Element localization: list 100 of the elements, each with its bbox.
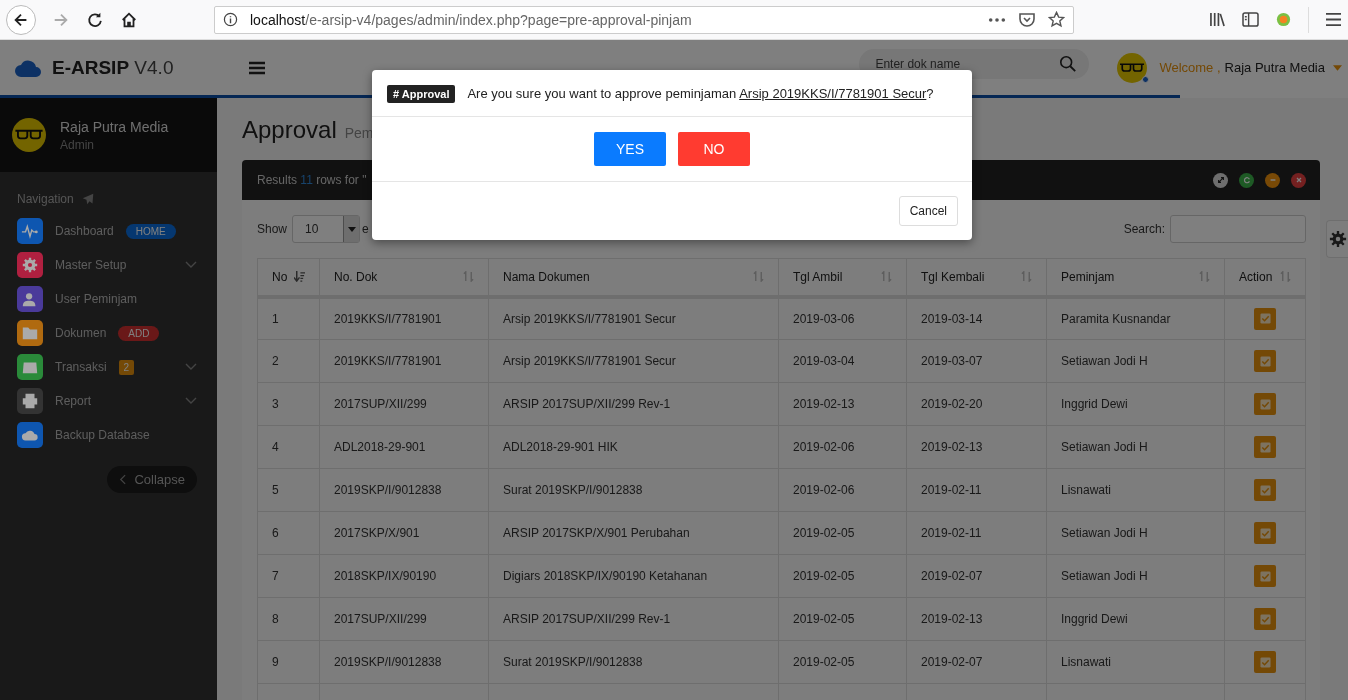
approve-button[interactable] <box>1254 651 1276 673</box>
column-header[interactable]: No <box>257 258 320 297</box>
nav-item[interactable]: Dashboard HOME <box>0 214 217 248</box>
column-header[interactable]: No. Dok <box>319 258 489 297</box>
caret-icon[interactable] <box>347 226 356 232</box>
table-cell: Inggrid Dewi <box>1046 597 1225 641</box>
check-icon[interactable] <box>1259 613 1271 625</box>
pocket-icon[interactable] <box>1018 11 1036 28</box>
menu-icon[interactable] <box>1325 12 1342 27</box>
table-cell: Digiars 2018SKP/IX/90190 Ketahanan <box>488 554 779 598</box>
approve-button[interactable] <box>1254 436 1276 458</box>
approve-button[interactable] <box>1254 393 1276 415</box>
table-search-field[interactable] <box>1170 215 1306 243</box>
check-icon[interactable] <box>1259 313 1271 325</box>
approve-button[interactable] <box>1254 608 1276 630</box>
nav-heading: Navigation <box>17 192 74 206</box>
nav-item[interactable]: Dokumen ADD <box>0 316 217 350</box>
table-cell: 2019SKP/I/9012838 <box>319 640 489 684</box>
star-icon[interactable] <box>1048 11 1065 28</box>
column-header[interactable]: Action <box>1224 258 1306 297</box>
approve-button[interactable] <box>1254 565 1276 587</box>
back-button[interactable] <box>6 4 36 35</box>
column-header[interactable]: Tgl Kembali <box>906 258 1047 297</box>
column-header[interactable]: Peminjam <box>1046 258 1225 297</box>
refresh-icon[interactable] <box>1239 172 1254 188</box>
table-cell: Setiawan Jodi H <box>1046 339 1225 383</box>
table-cell: 2017SUP/XII/299 <box>319 382 489 426</box>
library-icon[interactable] <box>1209 12 1226 27</box>
nav-item[interactable]: User Peminjam <box>0 282 217 316</box>
table-cell: 2019-03-06 <box>778 296 907 340</box>
approve-button[interactable] <box>1254 522 1276 544</box>
column-header[interactable]: Nama Dokumen <box>488 258 779 297</box>
more-icon[interactable] <box>988 16 1006 23</box>
chevron-down-icon[interactable] <box>185 397 197 405</box>
user-menu[interactable]: Raja Putra Media <box>1224 60 1325 75</box>
url-text: localhost/e-arsip-v4/pages/admin/index.php?page=pre-approval-pinjam <box>250 11 692 28</box>
table-cell: ARSIP 2017SKP/X/901 Perubahan <box>488 511 779 555</box>
check-icon[interactable] <box>1259 527 1271 539</box>
sidebar-icon[interactable] <box>1242 12 1259 27</box>
table-cell: 2019-02-13 <box>906 597 1047 641</box>
check-icon[interactable] <box>1259 441 1271 453</box>
column-header[interactable]: Tgl Ambil <box>778 258 907 297</box>
table-cell: Setiawan Jodi H <box>1046 425 1225 469</box>
no-button[interactable]: NO <box>678 132 750 166</box>
approve-button[interactable] <box>1254 307 1276 330</box>
extension-icon[interactable] <box>1275 11 1292 28</box>
menu-icon[interactable] <box>249 60 265 75</box>
chevron-down-icon[interactable] <box>185 261 197 269</box>
collapse-button[interactable]: Collapse <box>107 466 197 493</box>
expand-icon[interactable] <box>1213 172 1228 188</box>
chevron-left-icon[interactable] <box>119 474 127 485</box>
table-cell: 2019-02-05 <box>778 554 907 598</box>
table-cell: ADL2018-29-901 HIK <box>488 425 779 469</box>
nav-item[interactable]: Backup Database <box>0 418 217 452</box>
sort-icon[interactable] <box>1199 271 1210 283</box>
table-cell: 2018SKP/IX/90190 <box>319 554 489 598</box>
nav-item[interactable]: Master Setup <box>0 248 217 282</box>
table-cell: Surat 2019SKP/I/9012838 <box>488 640 779 684</box>
sort-icon[interactable] <box>753 271 764 283</box>
chevron-down-icon[interactable] <box>185 363 197 371</box>
table-cell: 2017SKP/X/901 <box>319 511 489 555</box>
check-icon[interactable] <box>1259 570 1271 582</box>
badge: 2 <box>118 359 135 375</box>
table-cell: 2019SKP/I/9012838 <box>319 468 489 512</box>
sort-icon[interactable] <box>463 271 474 283</box>
document-link[interactable]: Arsip 2019KKS/I/7781901 Secur <box>739 86 927 101</box>
sort-icon[interactable] <box>294 271 305 283</box>
cancel-button[interactable]: Cancel <box>898 196 958 226</box>
table-cell: ADL2018-29-901 <box>319 425 489 469</box>
caret-icon[interactable] <box>1333 64 1342 71</box>
close-icon[interactable] <box>1291 172 1306 188</box>
yes-button[interactable]: YES <box>594 132 666 166</box>
user-avatar[interactable] <box>1117 52 1148 83</box>
sort-icon[interactable] <box>1280 271 1291 283</box>
entries-label: e <box>362 222 369 236</box>
check-icon[interactable] <box>1259 484 1271 496</box>
settings-icon[interactable] <box>1326 220 1348 258</box>
check-icon[interactable] <box>1259 398 1271 410</box>
address-bar[interactable]: localhost/e-arsip-v4/pages/admin/index.php?page=pre-approval-pinjam <box>214 5 1074 34</box>
approve-button[interactable] <box>1254 479 1276 501</box>
nav-item[interactable]: Transaksi 2 <box>0 350 217 384</box>
table-cell: 2019-02-06 <box>778 468 907 512</box>
check-icon[interactable] <box>1259 355 1271 367</box>
approve-button[interactable] <box>1254 350 1276 372</box>
check-icon[interactable] <box>1259 656 1271 668</box>
nav-item[interactable]: Report <box>0 384 217 418</box>
minimize-icon[interactable] <box>1265 172 1280 188</box>
user-avatar <box>12 118 46 152</box>
table-cell: 2019-02-13 <box>906 425 1047 469</box>
table-cell: Surat 2019SKP/I/9012838 <box>488 468 779 512</box>
search-icon[interactable] <box>1059 55 1078 73</box>
info-icon[interactable] <box>223 12 238 27</box>
page-size-select[interactable]: 10 <box>292 215 361 243</box>
table-cell: 2019-03-14 <box>906 296 1047 340</box>
table-cell: Paramita Kusnandar <box>1046 296 1225 340</box>
home-icon[interactable] <box>120 10 138 29</box>
sort-icon[interactable] <box>1021 271 1032 283</box>
table-cell: ARSIP 2017SUP/XII/299 Rev-1 <box>488 382 779 426</box>
sort-icon[interactable] <box>881 271 892 283</box>
badge: HOME <box>125 223 176 239</box>
